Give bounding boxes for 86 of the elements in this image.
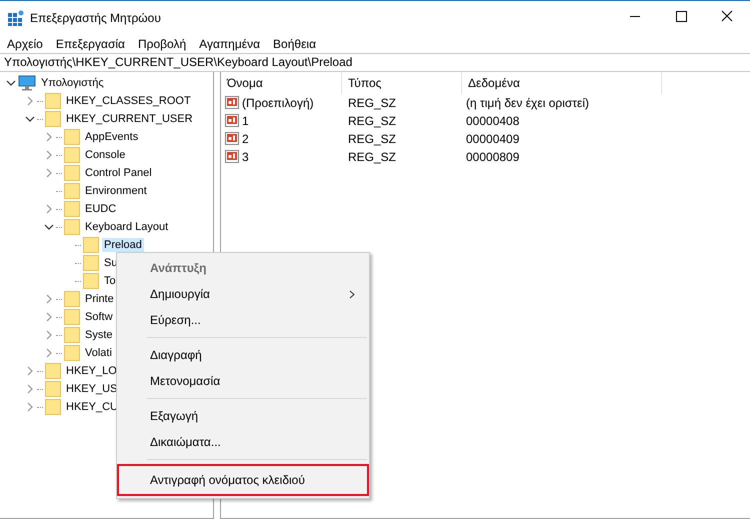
chevron-right-icon[interactable]: [25, 366, 35, 376]
folder-icon: [45, 381, 61, 397]
tree-item[interactable]: HKEY_LO: [64, 364, 119, 378]
folder-icon: [83, 255, 99, 271]
column-header[interactable]: Δεδομένα: [462, 72, 662, 94]
tree-item[interactable]: EUDC: [83, 202, 118, 216]
tree-item[interactable]: Keyboard Layout: [83, 220, 170, 234]
folder-icon: [64, 147, 80, 163]
tree-item[interactable]: Control Panel: [83, 166, 154, 180]
tree-item[interactable]: To: [102, 274, 118, 288]
folder-icon: [64, 183, 80, 199]
menu-item[interactable]: Επεξεργασία: [56, 37, 125, 51]
menu-item[interactable]: Αντιγραφή ονόματος κλειδιού: [117, 464, 369, 496]
table-cell-text: REG_SZ: [347, 150, 398, 164]
table-cell: 1: [242, 114, 249, 128]
menu-item[interactable]: Προβολή: [138, 37, 186, 51]
chevron-right-icon[interactable]: [44, 294, 54, 304]
string-value-icon: [225, 95, 241, 111]
table-cell-text: 00000409: [465, 132, 520, 146]
menu-item[interactable]: Ανάπτυξη: [117, 255, 369, 281]
menu-item[interactable]: Μετονομασία: [117, 368, 369, 394]
chevron-right-icon[interactable]: [44, 204, 54, 214]
tree-item[interactable]: Υπολογιστής: [39, 76, 106, 90]
menu-item[interactable]: Αγαπημένα: [199, 37, 260, 51]
folder-icon: [45, 93, 61, 109]
menu-item[interactable]: Εύρεση...: [117, 307, 369, 333]
chevron-right-icon[interactable]: [44, 168, 54, 178]
tree-item[interactable]: Preload: [102, 238, 144, 252]
string-value-icon: [225, 131, 241, 147]
folder-icon: [83, 237, 99, 253]
folder-icon: [64, 309, 80, 325]
menu-item[interactable]: Αρχείο: [7, 37, 43, 51]
computer-icon: [18, 75, 36, 91]
folder-icon: [64, 201, 80, 217]
chevron-right-icon[interactable]: [44, 348, 54, 358]
menu-item[interactable]: Δημιουργία: [117, 281, 369, 307]
tree-item[interactable]: Softw: [83, 310, 115, 324]
folder-icon: [64, 165, 80, 181]
tree-item[interactable]: Syste: [83, 328, 115, 342]
tree-item[interactable]: Volati: [83, 346, 114, 360]
table-cell: 3: [242, 150, 249, 164]
chevron-right-icon[interactable]: [44, 150, 54, 160]
menu-item[interactable]: Εξαγωγή: [117, 403, 369, 429]
folder-icon: [64, 345, 80, 361]
address-bar[interactable]: Υπολογιστής\HKEY_CURRENT_USER\Keyboard Layout\Preload: [0, 53, 750, 72]
menu-item[interactable]: Δικαιώματα...: [117, 429, 369, 455]
chevron-right-icon[interactable]: [44, 330, 54, 340]
chevron-right-icon[interactable]: [25, 96, 35, 106]
chevron-down-icon[interactable]: [44, 222, 54, 232]
folder-icon: [45, 111, 61, 127]
table-cell-text: (η τιμή δεν έχει οριστεί): [465, 96, 590, 110]
chevron-down-icon[interactable]: [25, 114, 35, 124]
tree-item[interactable]: Printe: [83, 292, 116, 306]
chevron-right-icon[interactable]: [44, 132, 54, 142]
menu-item[interactable]: Βοήθεια: [273, 37, 316, 51]
table-cell-text: 00000809: [465, 150, 520, 164]
string-value-icon: [225, 113, 241, 129]
tree-item[interactable]: Console: [83, 148, 128, 162]
table-cell: 2: [242, 132, 249, 146]
folder-icon: [64, 327, 80, 343]
window-title: Επεξεργαστής Μητρώου: [30, 11, 161, 25]
tree-item[interactable]: AppEvents: [83, 130, 140, 144]
folder-icon: [64, 219, 80, 235]
folder-icon: [64, 291, 80, 307]
tree-item[interactable]: HKEY_US: [64, 382, 120, 396]
tree-item[interactable]: Environment: [83, 184, 149, 198]
table-cell-text: REG_SZ: [347, 132, 398, 146]
string-value-icon: [225, 149, 241, 165]
folder-icon: [45, 363, 61, 379]
table-cell-text: REG_SZ: [347, 96, 398, 110]
table-cell-text: 00000408: [465, 114, 520, 128]
folder-icon: [64, 129, 80, 145]
tree-item[interactable]: HKEY_CURRENT_USER: [64, 112, 195, 126]
table-cell: (Προεπιλογή): [242, 96, 314, 110]
table-cell-text: REG_SZ: [347, 114, 398, 128]
chevron-right-icon[interactable]: [25, 402, 35, 412]
column-header[interactable]: Τύπος: [342, 72, 462, 94]
menu-item[interactable]: Διαγραφή: [117, 342, 369, 368]
folder-icon: [83, 273, 99, 289]
tree-item[interactable]: HKEY_CLASSES_ROOT: [64, 94, 193, 108]
chevron-down-icon[interactable]: [6, 78, 16, 88]
chevron-right-icon[interactable]: [44, 312, 54, 322]
folder-icon: [45, 399, 61, 415]
registry-icon: [8, 10, 24, 26]
column-header[interactable]: Όνομα: [221, 72, 342, 94]
chevron-right-icon[interactable]: [25, 384, 35, 394]
